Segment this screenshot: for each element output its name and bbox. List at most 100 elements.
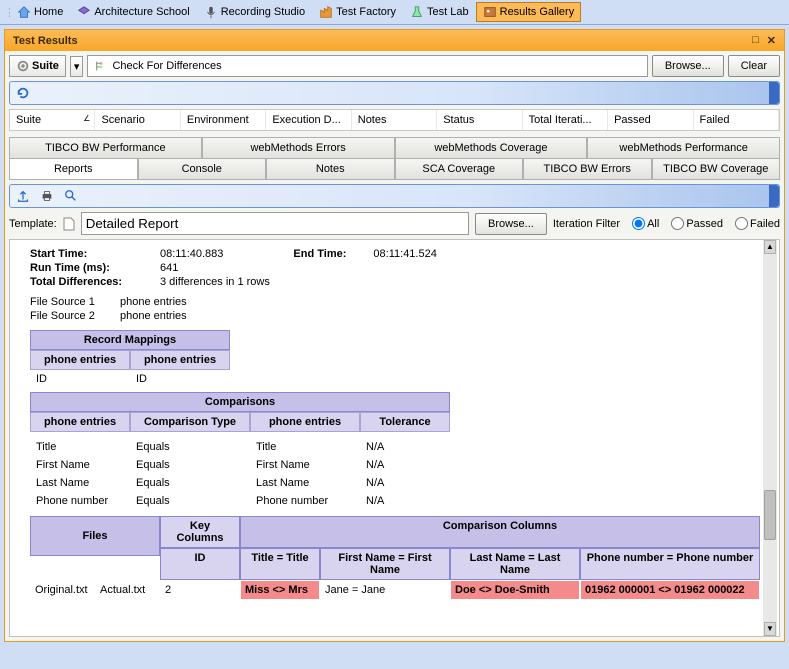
- totaldiff-label: Total Differences:: [30, 276, 160, 288]
- tab-bw-perf[interactable]: TIBCO BW Performance: [9, 137, 202, 158]
- panel-title: Test Results: [13, 35, 78, 47]
- filesource2-value: phone entries: [120, 310, 187, 322]
- recmap-id2: ID: [130, 370, 230, 388]
- ln-diff: Doe <> Doe-Smith: [450, 580, 580, 600]
- col-suite[interactable]: Suite ∠: [10, 110, 95, 130]
- col-execdate[interactable]: Execution D...: [266, 110, 351, 130]
- comparison-table: Files Key Columns Comparison Columns ID …: [30, 516, 760, 600]
- export-icon[interactable]: [16, 189, 30, 203]
- scroll-up-icon[interactable]: ▲: [764, 240, 776, 254]
- nav-label: Results Gallery: [500, 6, 575, 18]
- filesource1-value: phone entries: [120, 296, 187, 308]
- cmp-col0: phone entries: [30, 412, 130, 432]
- tab-bw-coverage[interactable]: TIBCO BW Coverage: [652, 158, 781, 180]
- orig-file: Original.txt: [30, 580, 95, 600]
- col-environment[interactable]: Environment: [181, 110, 266, 130]
- tab-console[interactable]: Console: [138, 158, 267, 180]
- fn-same: Jane = Jane: [320, 580, 450, 600]
- cmp-col1: Comparison Type: [130, 412, 250, 432]
- scroll-thumb[interactable]: [764, 490, 776, 540]
- keycols-header: Key Columns: [160, 516, 240, 548]
- factory-icon: [319, 5, 333, 19]
- runtime-value: 641: [160, 262, 178, 274]
- col-totaliter[interactable]: Total Iterati...: [523, 110, 608, 130]
- pn-eq-header: Phone number = Phone number: [580, 548, 760, 580]
- col-status[interactable]: Status: [437, 110, 522, 130]
- tab-reports[interactable]: Reports: [9, 158, 138, 180]
- report-area[interactable]: ▲ ▼ Start Time:08:11:40.883 End Time:08:…: [9, 239, 780, 637]
- scroll-down-icon[interactable]: ▼: [764, 622, 776, 636]
- gallery-icon: [483, 5, 497, 19]
- scrollbar[interactable]: ▲ ▼: [763, 240, 777, 636]
- template-label: Template:: [9, 218, 57, 230]
- template-browse-button[interactable]: Browse...: [475, 213, 547, 235]
- filter-passed[interactable]: Passed: [671, 217, 723, 230]
- nav-home[interactable]: Home: [10, 2, 70, 22]
- results-grid-header: Suite ∠ Scenario Environment Execution D…: [9, 109, 780, 131]
- suite-dropdown[interactable]: ▾: [70, 56, 84, 77]
- recmap-id1: ID: [30, 370, 130, 388]
- start-time-value: 08:11:40.883: [160, 248, 223, 260]
- tab-bw-errors[interactable]: TIBCO BW Errors: [523, 158, 652, 180]
- tab-wm-coverage[interactable]: webMethods Coverage: [395, 137, 588, 158]
- nav-gallery[interactable]: Results Gallery: [476, 2, 582, 22]
- col-notes[interactable]: Notes: [352, 110, 437, 130]
- files-header: Files: [30, 516, 160, 556]
- tab-wm-errors[interactable]: webMethods Errors: [202, 137, 395, 158]
- suite-button[interactable]: Suite: [9, 55, 66, 77]
- nav-label: Recording Studio: [221, 6, 305, 18]
- nav-architecture[interactable]: Architecture School: [70, 2, 196, 22]
- iter-filter-label: Iteration Filter: [553, 218, 620, 230]
- lower-tabrow: Reports Console Notes SCA Coverage TIBCO…: [9, 158, 780, 180]
- filesource2-label: File Source 2: [30, 310, 120, 322]
- cmp-col2: phone entries: [250, 412, 360, 432]
- filter-failed[interactable]: Failed: [735, 217, 780, 230]
- close-icon[interactable]: ✕: [767, 34, 776, 47]
- school-icon: [77, 5, 91, 19]
- panel-header: Test Results □ ✕: [5, 30, 784, 51]
- col-passed[interactable]: Passed: [608, 110, 693, 130]
- panel-body: Suite ▾ Check For Differences Browse... …: [5, 51, 784, 641]
- id-header: ID: [160, 548, 240, 580]
- comparisons-header: Comparisons: [30, 392, 450, 412]
- main-nav: ⋮ Home Architecture School Recording Stu…: [0, 0, 789, 25]
- nav-factory[interactable]: Test Factory: [312, 2, 403, 22]
- totaldiff-value: 3 differences in 1 rows: [160, 276, 270, 288]
- end-time-value: 08:11:41.524: [373, 248, 436, 260]
- runtime-label: Run Time (ms):: [30, 262, 160, 274]
- tree-icon: [94, 59, 108, 73]
- fn-eq-header: First Name = First Name: [320, 548, 450, 580]
- actual-file: Actual.txt: [95, 580, 160, 600]
- title-eq-header: Title = Title: [240, 548, 320, 580]
- refresh-bar: [9, 81, 780, 105]
- lab-icon: [410, 5, 424, 19]
- upper-tabrow: TIBCO BW Performance webMethods Errors w…: [9, 137, 780, 158]
- browse-button[interactable]: Browse...: [652, 55, 724, 77]
- cmp-col3: Tolerance: [360, 412, 450, 432]
- start-time-label: Start Time:: [30, 248, 160, 260]
- print-icon[interactable]: [40, 189, 54, 203]
- tab-notes[interactable]: Notes: [266, 158, 395, 180]
- tab-sca[interactable]: SCA Coverage: [395, 158, 524, 180]
- gear-icon: [16, 59, 30, 73]
- suite-label: Suite: [32, 60, 59, 72]
- nav-recording[interactable]: Recording Studio: [197, 2, 312, 22]
- search-input[interactable]: Check For Differences: [87, 55, 647, 77]
- filter-all[interactable]: All: [632, 217, 659, 230]
- record-mappings-header: Record Mappings: [30, 330, 230, 350]
- report-toolbar: [9, 184, 780, 208]
- col-scenario[interactable]: Scenario: [95, 110, 180, 130]
- zoom-icon[interactable]: [64, 189, 78, 203]
- refresh-icon[interactable]: [16, 86, 773, 100]
- recmap-col2: phone entries: [130, 350, 230, 370]
- template-input[interactable]: [81, 212, 469, 235]
- pin-icon[interactable]: □: [752, 34, 759, 47]
- clear-button[interactable]: Clear: [728, 55, 780, 77]
- col-failed[interactable]: Failed: [694, 110, 779, 130]
- nav-label: Home: [34, 6, 63, 18]
- nav-label: Test Factory: [336, 6, 396, 18]
- tab-wm-perf[interactable]: webMethods Performance: [587, 137, 780, 158]
- row-num: 2: [160, 580, 240, 600]
- end-time-label: End Time:: [293, 248, 373, 260]
- nav-lab[interactable]: Test Lab: [403, 2, 476, 22]
